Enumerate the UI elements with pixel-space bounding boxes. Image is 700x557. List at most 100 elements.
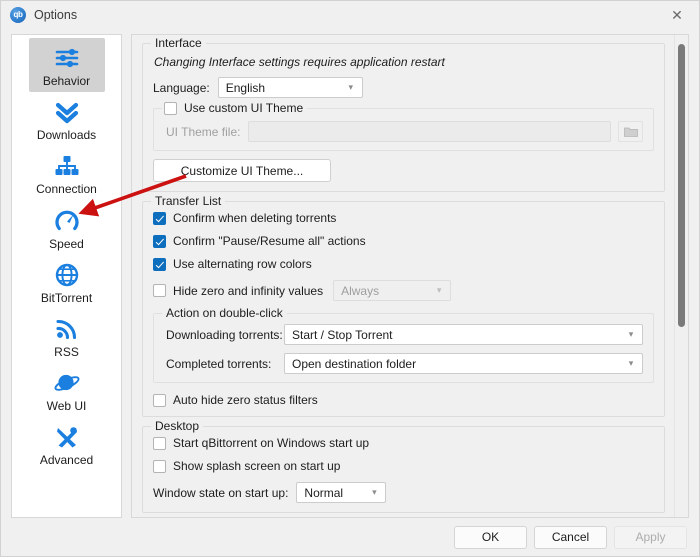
chevron-down-icon: ▾ — [628, 329, 634, 339]
window-state-select[interactable]: Normal ▾ — [296, 482, 387, 503]
alternating-row-colors-label: Use alternating row colors — [173, 257, 312, 271]
confirm-delete-label: Confirm when deleting torrents — [173, 211, 337, 225]
sidebar-item-label: BitTorrent — [40, 290, 93, 305]
dialog-footer: OK Cancel Apply — [1, 518, 699, 556]
custom-theme-group: Use custom UI Theme UI Theme file: — [153, 101, 654, 151]
use-custom-ui-theme-checkbox[interactable] — [164, 101, 177, 115]
sidebar-item-label: Web UI — [46, 399, 87, 414]
downloading-torrents-label: Downloading torrents: — [166, 327, 283, 342]
theme-file-input[interactable] — [248, 121, 611, 142]
use-custom-ui-theme-label: Use custom UI Theme — [184, 101, 304, 115]
confirm-pause-resume-label: Confirm "Pause/Resume all" actions — [173, 234, 366, 248]
sidebar-item-web-ui[interactable]: Web UI — [29, 363, 105, 417]
window-state-row: Window state on start up: Normal ▾ — [153, 482, 654, 503]
options-dialog: qb Options ✕ Behavior Downloads Connecti… — [0, 0, 700, 557]
globe-icon — [52, 260, 82, 290]
hide-zero-values-select[interactable]: Always ▾ — [333, 280, 452, 301]
start-on-windows-row[interactable]: Start qBittorrent on Windows start up — [153, 436, 654, 450]
sidebar-item-advanced[interactable]: Advanced — [29, 417, 105, 471]
downloading-torrents-select[interactable]: Start / Stop Torrent ▾ — [284, 324, 643, 345]
custom-theme-title: Use custom UI Theme — [162, 101, 308, 115]
speedometer-icon — [52, 206, 82, 236]
interface-group-title: Interface — [151, 36, 206, 50]
customize-ui-theme-button[interactable]: Customize UI Theme... — [153, 159, 331, 182]
title-bar: qb Options ✕ — [1, 1, 699, 28]
downloading-torrents-row: Downloading torrents: Start / Stop Torre… — [166, 324, 643, 345]
window-title: Options — [34, 7, 78, 22]
sidebar-item-label: Connection — [36, 182, 97, 197]
splash-screen-row[interactable]: Show splash screen on start up — [153, 459, 654, 473]
completed-torrents-value: Open destination folder — [292, 356, 417, 371]
settings-sidebar[interactable]: Behavior Downloads Connection Speed BitT… — [11, 34, 122, 518]
downloading-torrents-value: Start / Stop Torrent — [292, 327, 393, 342]
sliders-icon — [52, 43, 82, 73]
cancel-button[interactable]: Cancel — [534, 525, 607, 549]
hide-zero-values-label: Hide zero and infinity values — [173, 283, 324, 298]
settings-content-panel: Interface Changing Interface settings re… — [131, 34, 689, 518]
completed-torrents-row: Completed torrents: Open destination fol… — [166, 353, 643, 374]
window-state-label: Window state on start up: — [153, 485, 289, 500]
sidebar-item-bittorrent[interactable]: BitTorrent — [29, 255, 105, 309]
auto-hide-zero-status-filters-label: Auto hide zero status filters — [173, 393, 318, 407]
chevron-down-icon: ▾ — [436, 285, 442, 295]
chevron-down-icon: ▾ — [372, 487, 377, 497]
confirm-delete-row[interactable]: Confirm when deleting torrents — [153, 211, 654, 225]
transfer-list-group: Transfer List Confirm when deleting torr… — [142, 194, 665, 417]
sidebar-item-label: Speed — [49, 236, 84, 251]
transfer-list-group-title: Transfer List — [151, 194, 226, 208]
hide-zero-row[interactable]: Hide zero and infinity values Always ▾ — [153, 280, 654, 301]
dialog-body: Behavior Downloads Connection Speed BitT… — [1, 28, 699, 518]
tools-icon — [52, 422, 82, 452]
ok-button[interactable]: OK — [454, 525, 527, 549]
sidebar-item-connection[interactable]: Connection — [29, 146, 105, 200]
sidebar-item-rss[interactable]: RSS — [29, 309, 105, 363]
desktop-group: Desktop Start qBittorrent on Windows sta… — [142, 419, 665, 513]
completed-torrents-label: Completed torrents: — [166, 356, 272, 371]
language-label: Language: — [153, 80, 210, 95]
content-scrollbar[interactable] — [674, 35, 688, 517]
hide-zero-values-checkbox[interactable] — [153, 284, 166, 297]
double-click-group-title: Action on double-click — [162, 306, 287, 320]
confirm-pause-resume-checkbox[interactable] — [153, 234, 166, 248]
sidebar-item-downloads[interactable]: Downloads — [29, 92, 105, 146]
interface-group: Interface Changing Interface settings re… — [142, 36, 665, 192]
theme-file-label: UI Theme file: — [166, 124, 241, 139]
scrollbar-thumb[interactable] — [678, 44, 685, 327]
alternating-row-colors-checkbox[interactable] — [153, 257, 166, 271]
sidebar-item-label: Downloads — [36, 128, 97, 143]
chevron-down-icon: ▾ — [628, 358, 634, 368]
chevron-down-icon: ▾ — [348, 82, 353, 92]
sidebar-item-label: Advanced — [39, 453, 94, 468]
planet-icon — [52, 368, 82, 398]
alternating-rows-row[interactable]: Use alternating row colors — [153, 257, 654, 271]
start-on-windows-startup-label: Start qBittorrent on Windows start up — [173, 436, 370, 450]
qbittorrent-logo-icon: qb — [10, 6, 26, 23]
sidebar-item-label: Behavior — [42, 74, 91, 88]
download-icon — [52, 97, 82, 127]
confirm-pause-row[interactable]: Confirm "Pause/Resume all" actions — [153, 234, 654, 248]
window-state-value: Normal — [304, 485, 344, 500]
confirm-delete-checkbox[interactable] — [153, 211, 166, 225]
auto-hide-zero-status-filters-checkbox[interactable] — [153, 393, 166, 407]
sidebar-item-speed[interactable]: Speed — [29, 201, 105, 255]
sidebar-item-label: RSS — [54, 344, 79, 359]
close-icon[interactable]: ✕ — [655, 1, 699, 28]
restart-note: Changing Interface settings requires app… — [154, 55, 445, 69]
rss-icon — [52, 314, 82, 344]
network-icon — [52, 151, 82, 181]
theme-file-row: UI Theme file: — [166, 121, 643, 142]
language-select[interactable]: English ▾ — [217, 77, 363, 98]
show-splash-screen-label: Show splash screen on start up — [173, 459, 341, 473]
double-click-group: Action on double-click Downloading torre… — [153, 306, 654, 383]
desktop-group-title: Desktop — [151, 419, 204, 433]
completed-torrents-select[interactable]: Open destination folder ▾ — [284, 353, 643, 374]
sidebar-item-behavior[interactable]: Behavior — [28, 38, 105, 93]
start-on-windows-startup-checkbox[interactable] — [153, 436, 166, 450]
apply-button[interactable]: Apply — [614, 525, 687, 549]
hide-zero-values-value: Always — [341, 283, 380, 298]
settings-scroll-area: Interface Changing Interface settings re… — [132, 35, 675, 517]
folder-icon[interactable] — [618, 121, 643, 142]
show-splash-screen-checkbox[interactable] — [153, 459, 166, 473]
language-value: English — [225, 80, 266, 95]
auto-hide-filters-row[interactable]: Auto hide zero status filters — [153, 393, 654, 407]
